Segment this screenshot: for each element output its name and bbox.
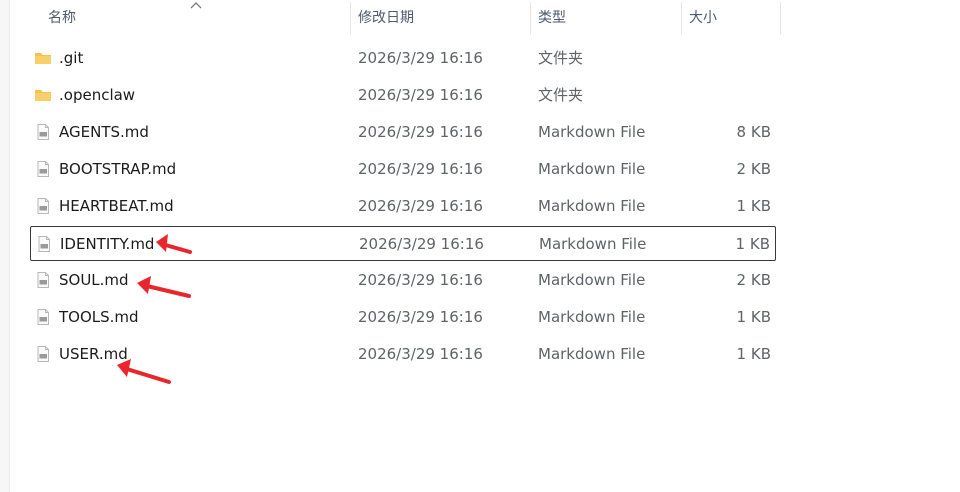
file-type: Markdown File (538, 197, 646, 215)
file-type: 文件夹 (538, 86, 584, 104)
column-divider[interactable] (350, 2, 351, 34)
file-row[interactable]: BOOTSTRAP.md 2026/3/29 16:16 Markdown File… (30, 152, 776, 187)
file-date: 2026/3/29 16:16 (358, 49, 483, 67)
column-divider[interactable] (780, 2, 781, 34)
file-date: 2026/3/29 16:16 (358, 123, 483, 141)
file-name: .git (59, 49, 84, 67)
file-row[interactable]: IDENTITY.md 2026/3/29 16:16 Markdown File 1… (30, 226, 776, 261)
file-date: 2026/3/29 16:16 (358, 197, 483, 215)
file-name: TOOLS.md (59, 308, 139, 326)
file-type: Markdown File (539, 235, 647, 253)
markdown-file-icon (34, 309, 52, 325)
file-row[interactable]: AGENTS.md 2026/3/29 16:16 Markdown File 8 K… (30, 115, 776, 150)
markdown-file-icon (34, 198, 52, 214)
file-size: 1 KB (736, 345, 771, 363)
file-size: 1 KB (736, 308, 771, 326)
column-header-date[interactable]: 修改日期 (358, 0, 414, 36)
file-size: 2 KB (736, 160, 771, 178)
column-header-size[interactable]: 大小 (689, 0, 717, 36)
file-date: 2026/3/29 16:16 (359, 235, 484, 253)
file-type: Markdown File (538, 345, 646, 363)
column-header-bar: 名称 修改日期 类型 大小 (0, 0, 960, 36)
red-arrow-annotation (137, 276, 191, 298)
file-size: 2 KB (736, 271, 771, 289)
markdown-file-icon (34, 124, 52, 140)
file-row[interactable]: HEARTBEAT.md 2026/3/29 16:16 Markdown File… (30, 189, 776, 224)
markdown-file-icon (35, 236, 53, 252)
file-type: 文件夹 (538, 49, 584, 67)
file-type: Markdown File (538, 271, 646, 289)
file-size: 8 KB (736, 123, 771, 141)
red-arrow-annotation (117, 359, 171, 384)
red-arrow-annotation (156, 234, 192, 254)
file-row[interactable]: .git 2026/3/29 16:16 文件夹 (30, 41, 776, 76)
file-name: HEARTBEAT.md (59, 197, 174, 215)
column-divider[interactable] (681, 2, 682, 34)
markdown-file-icon (34, 346, 52, 362)
file-date: 2026/3/29 16:16 (358, 160, 483, 178)
file-name: .openclaw (59, 86, 136, 104)
file-name: AGENTS.md (59, 123, 149, 141)
navigation-pane-edge (0, 0, 10, 492)
folder-icon (34, 87, 52, 103)
file-size: 1 KB (735, 235, 770, 253)
folder-icon (34, 50, 52, 66)
markdown-file-icon (34, 161, 52, 177)
file-type: Markdown File (538, 160, 646, 178)
chevron-up-icon[interactable] (189, 0, 203, 10)
file-date: 2026/3/29 16:16 (358, 86, 483, 104)
column-divider[interactable] (530, 2, 531, 34)
file-row[interactable]: .openclaw 2026/3/29 16:16 文件夹 (30, 78, 776, 113)
file-row[interactable]: TOOLS.md 2026/3/29 16:16 Markdown File 1 KB (30, 300, 776, 335)
column-header-name[interactable]: 名称 (48, 0, 76, 36)
file-date: 2026/3/29 16:16 (358, 308, 483, 326)
file-size: 1 KB (736, 197, 771, 215)
file-name: IDENTITY.md (60, 235, 155, 253)
file-name: SOUL.md (59, 271, 129, 289)
markdown-file-icon (34, 272, 52, 288)
file-date: 2026/3/29 16:16 (358, 271, 483, 289)
file-type: Markdown File (538, 123, 646, 141)
file-date: 2026/3/29 16:16 (358, 345, 483, 363)
file-name: BOOTSTRAP.md (59, 160, 177, 178)
column-header-type[interactable]: 类型 (538, 0, 566, 36)
file-type: Markdown File (538, 308, 646, 326)
